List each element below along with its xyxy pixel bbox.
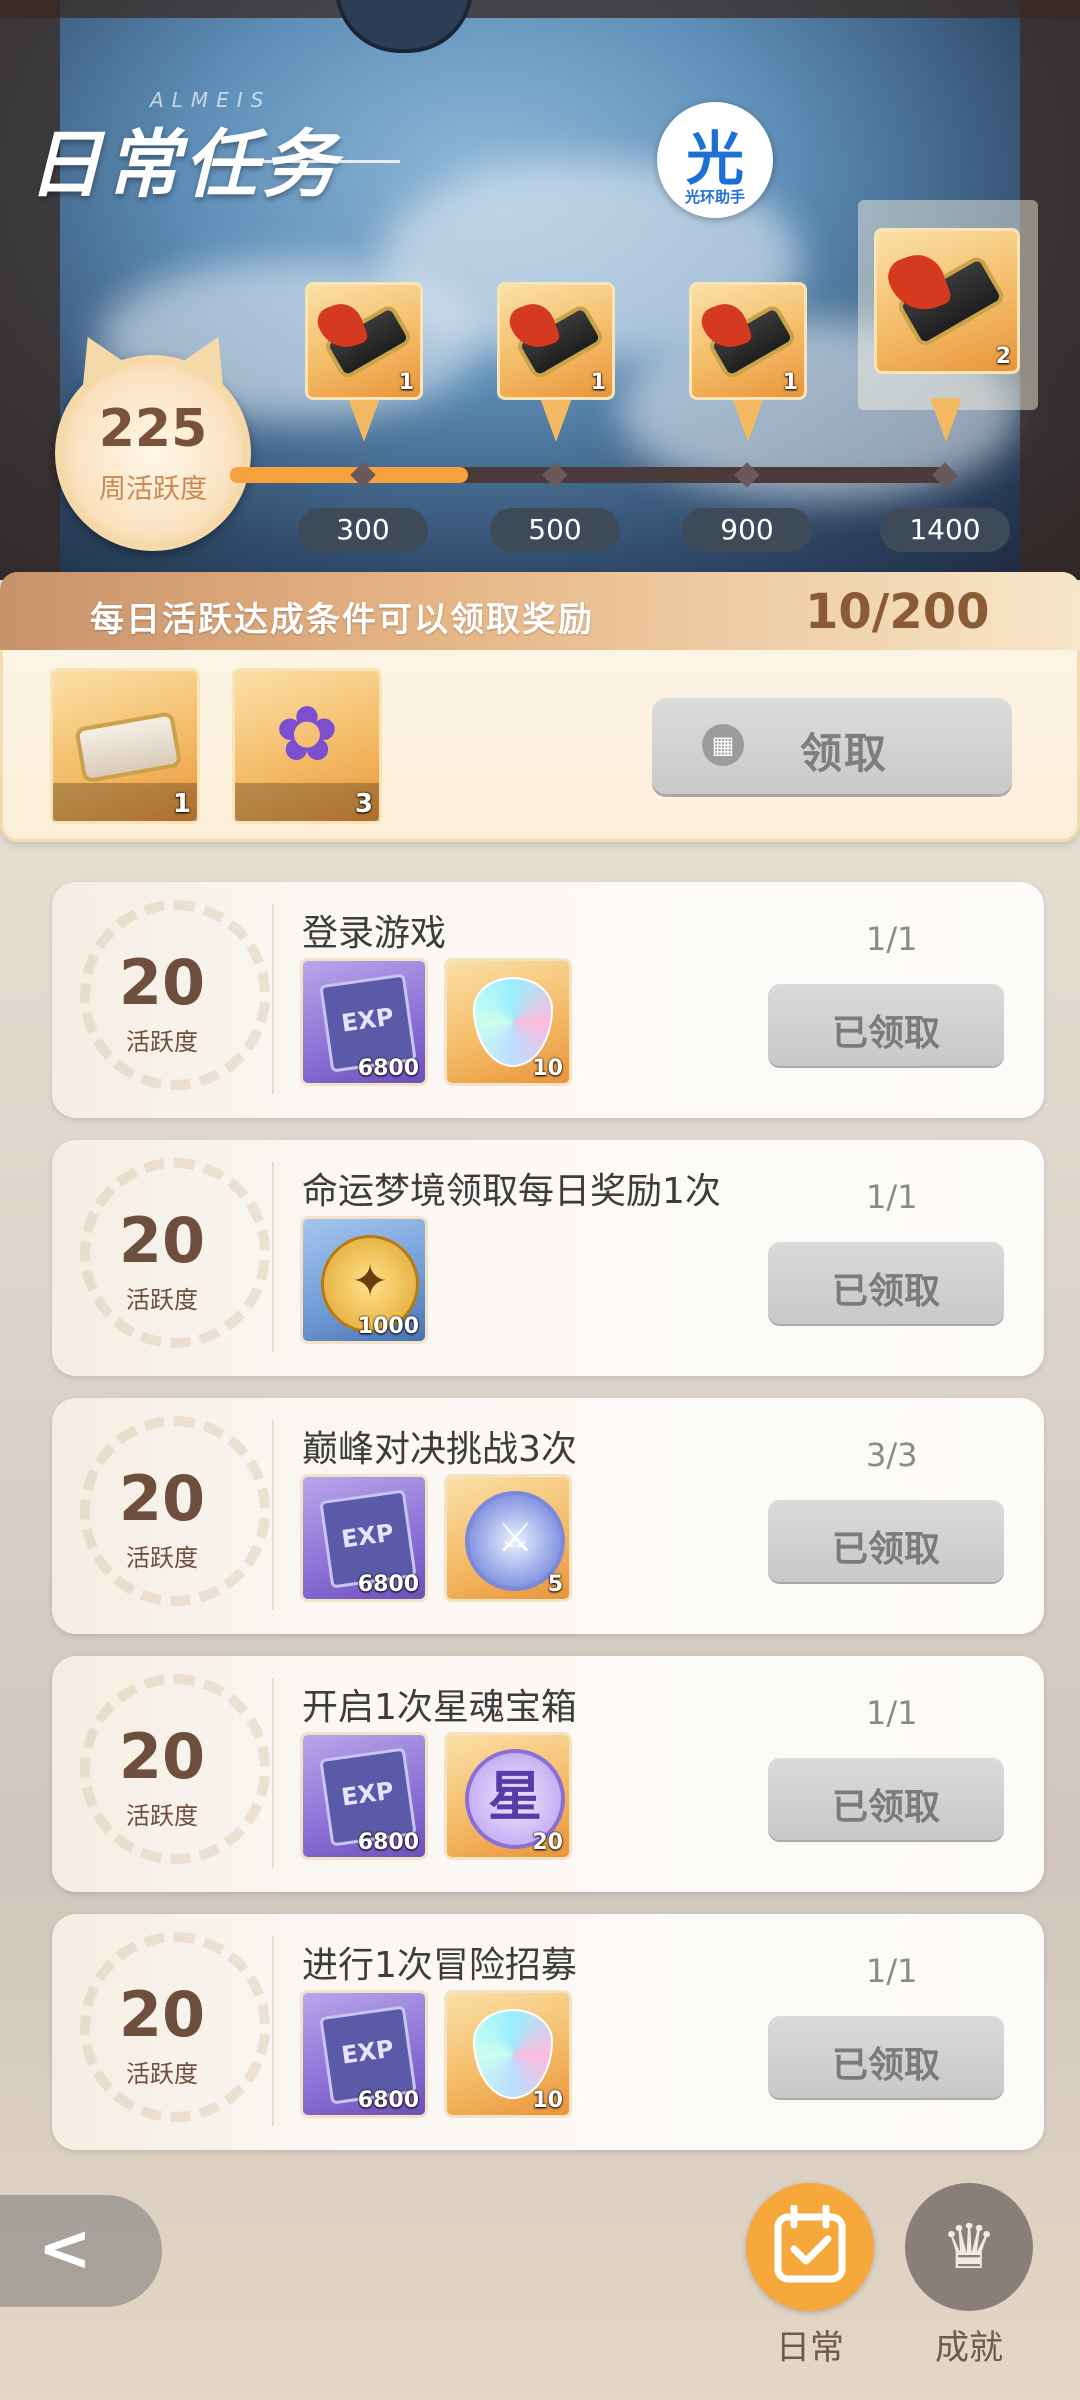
item-qty: 10 [532, 2088, 563, 2113]
assistant-button[interactable]: 光 光环助手 [657, 102, 773, 218]
task-card: 20 活跃度 巅峰对决挑战3次 3/3 EXP 6800 ⚔ 5 已领取 [52, 1398, 1044, 1634]
exp-book-icon[interactable]: EXP 6800 [300, 958, 428, 1086]
exp-book-icon[interactable]: EXP 6800 [300, 1474, 428, 1602]
claim-button-label: 领取 [800, 729, 889, 778]
milestone-reward-900[interactable]: 1 [689, 282, 807, 400]
reward-qty: 1 [172, 789, 191, 819]
rainbow-gem-icon[interactable]: 10 [444, 1990, 572, 2118]
claimed-button-label: 已领取 [831, 1271, 940, 1312]
task-points-label: 活跃度 [126, 1544, 198, 1572]
task-card: 20 活跃度 登录游戏 1/1 EXP 6800 10 已领取 [52, 882, 1044, 1118]
task-progress: 1/1 [866, 1694, 918, 1732]
item-qty: 6800 [357, 2088, 419, 2113]
crown-icon: ♛ [941, 2210, 997, 2283]
task-points: 20 [118, 1462, 206, 1535]
daily-reward-item[interactable]: 1 [50, 668, 200, 824]
paw-coin-icon[interactable]: ✦ 1000 [300, 1216, 428, 1344]
task-progress: 3/3 [866, 1436, 918, 1474]
task-name: 巅峰对决挑战3次 [302, 1429, 577, 1470]
task-points-label: 活跃度 [126, 1286, 198, 1314]
scroll-icon [313, 298, 414, 382]
task-points: 20 [118, 1204, 206, 1277]
milestone-qty: 1 [590, 370, 606, 395]
task-points: 20 [118, 1720, 206, 1793]
item-qty: 6800 [357, 1572, 419, 1597]
rainbow-gem-icon[interactable]: 10 [444, 958, 572, 1086]
milestone-qty: 2 [995, 344, 1011, 369]
scroll-icon [883, 247, 1007, 349]
task-points-label: 活跃度 [126, 2060, 198, 2088]
claimed-button-label: 已领取 [831, 1013, 940, 1054]
daily-reward-item[interactable]: ✿ 3 [232, 668, 382, 824]
milestone-qty: 1 [782, 370, 798, 395]
title-underline [250, 160, 400, 163]
calendar-check-icon [774, 2205, 846, 2283]
milestone-pin [930, 398, 962, 442]
chevron-left-icon: < [38, 2212, 92, 2286]
task-progress: 1/1 [866, 1178, 918, 1216]
milestone-reward-1400[interactable]: 2 [874, 228, 1020, 374]
lily-flower-icon: ✿ [275, 689, 339, 778]
task-progress: 1/1 [866, 920, 918, 958]
star-token-icon[interactable]: 星 20 [444, 1732, 572, 1860]
milestone-qty: 1 [398, 370, 414, 395]
daily-activity-count: 10/200 [805, 584, 990, 640]
item-qty: 1000 [357, 1314, 419, 1339]
claimed-button-label: 已领取 [831, 1529, 940, 1570]
task-card: 20 活跃度 进行1次冒险招募 1/1 EXP 6800 10 已领取 [52, 1914, 1044, 2150]
exp-book-icon[interactable]: EXP 6800 [300, 1732, 428, 1860]
tab-achievements-label: 成就 [935, 2328, 1003, 2368]
task-progress: 1/1 [866, 1952, 918, 1990]
weekly-activity-badge: 225 周活跃度 [55, 326, 251, 551]
weekly-activity-label: 周活跃度 [99, 474, 207, 505]
assistant-logo-icon: 光 [685, 125, 744, 193]
task-name: 进行1次冒险招募 [302, 1945, 577, 1986]
milestone-label-900: 900 [682, 508, 812, 552]
milestone-label-1400: 1400 [880, 508, 1010, 552]
milestone-label-300: 300 [298, 508, 428, 552]
page-title: 日常任务 [28, 122, 340, 208]
reward-qty: 3 [354, 789, 373, 819]
exp-book-icon[interactable]: EXP 6800 [300, 1990, 428, 2118]
task-card: 20 活跃度 开启1次星魂宝箱 1/1 EXP 6800 星 20 已领取 [52, 1656, 1044, 1892]
weekly-activity-value: 225 [98, 399, 208, 459]
item-qty: 5 [547, 1572, 563, 1597]
gift-icon: ▦ [702, 724, 744, 766]
item-qty: 6800 [357, 1830, 419, 1855]
weekly-progress-fill [230, 467, 468, 483]
task-name: 登录游戏 [302, 913, 447, 954]
task-points: 20 [118, 1978, 206, 2051]
claimed-button-label: 已领取 [831, 2045, 940, 2086]
claimed-button-label: 已领取 [831, 1787, 940, 1828]
task-points: 20 [118, 946, 206, 1019]
item-qty: 6800 [357, 1056, 419, 1081]
item-qty: 10 [532, 1056, 563, 1081]
task-points-label: 活跃度 [126, 1028, 198, 1056]
sword-orb-icon[interactable]: ⚔ 5 [444, 1474, 572, 1602]
tab-daily-label: 日常 [776, 2328, 844, 2368]
milestone-pin [348, 398, 380, 442]
item-qty: 20 [532, 1830, 563, 1855]
milestone-reward-300[interactable]: 1 [305, 282, 423, 400]
task-points-label: 活跃度 [126, 1802, 198, 1830]
milestone-reward-500[interactable]: 1 [497, 282, 615, 400]
scroll-icon [505, 298, 606, 382]
task-name: 命运梦境领取每日奖励1次 [302, 1171, 721, 1212]
assistant-label: 光环助手 [684, 188, 745, 206]
daily-reward-title: 每日活跃达成条件可以领取奖励 [90, 600, 594, 640]
task-card: 20 活跃度 命运梦境领取每日奖励1次 1/1 ✦ 1000 已领取 [52, 1140, 1044, 1376]
task-name: 开启1次星魂宝箱 [302, 1687, 577, 1728]
milestone-pin [540, 398, 572, 442]
milestone-pin [732, 398, 764, 442]
milestone-label-500: 500 [490, 508, 620, 552]
scroll-icon [697, 298, 798, 382]
